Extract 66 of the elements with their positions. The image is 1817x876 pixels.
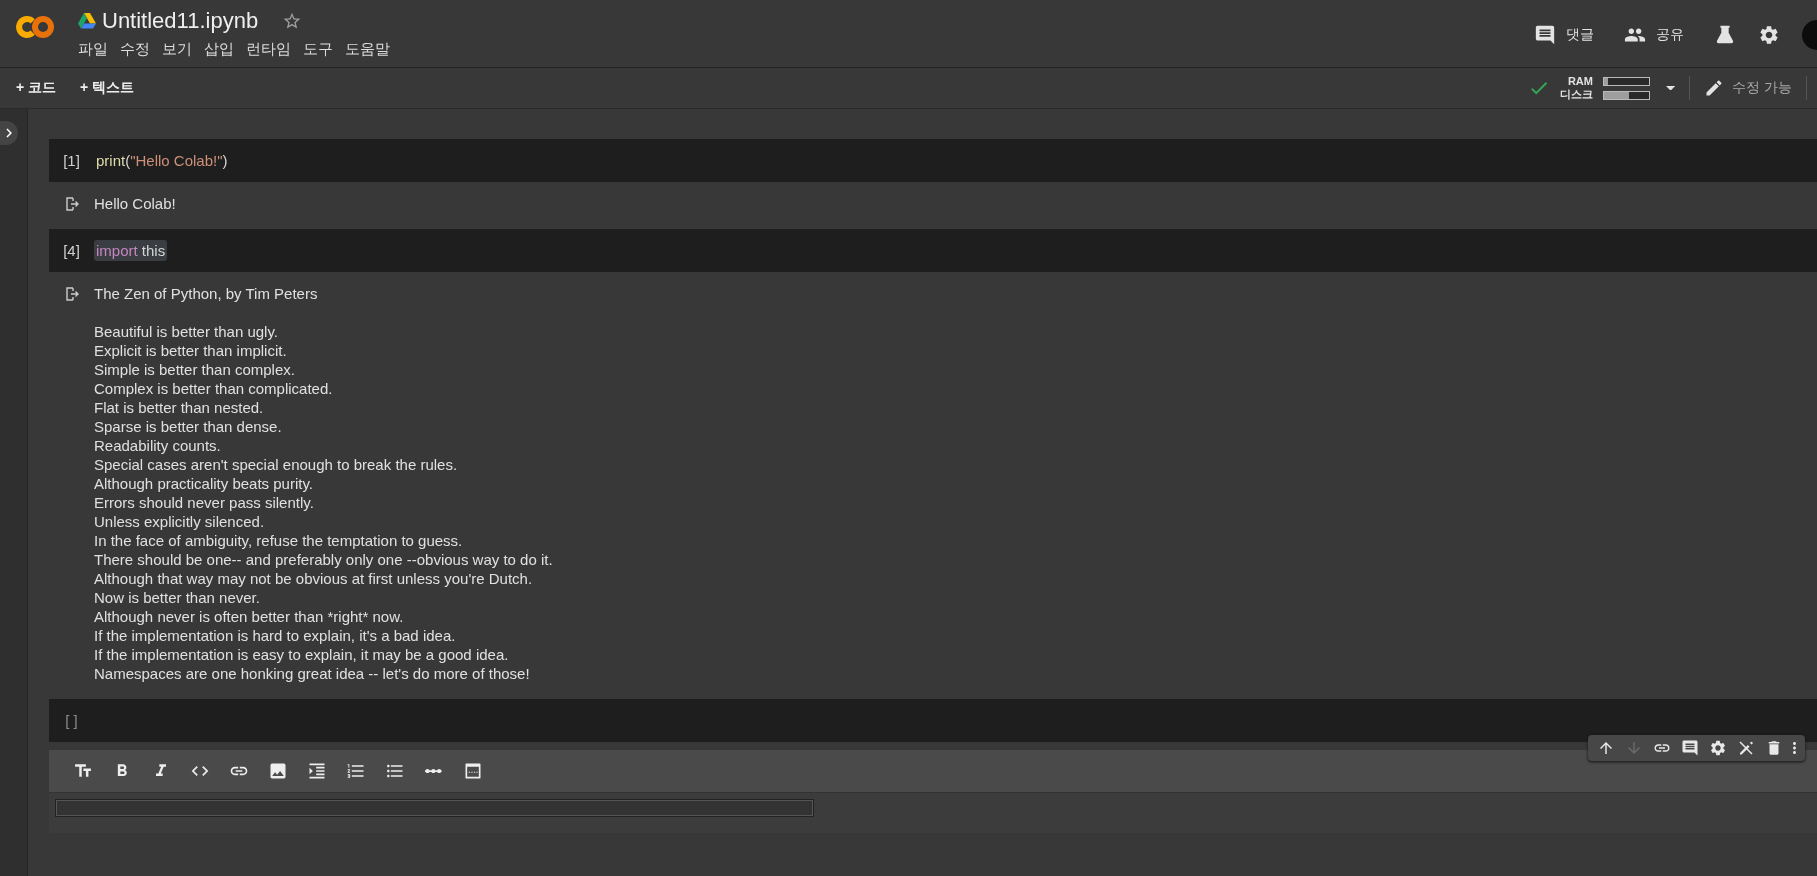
ram-meter bbox=[1602, 76, 1650, 86]
numbered-list-glyph-icon bbox=[345, 761, 366, 781]
more-icon bbox=[1793, 742, 1796, 754]
text-input-field[interactable] bbox=[55, 799, 814, 817]
horizontal-rule-glyph-icon bbox=[425, 768, 442, 774]
output-line: Explicit is better than implicit. bbox=[94, 341, 288, 360]
output-line: If the implementation is easy to explain, it may be a good idea. bbox=[94, 645, 510, 664]
code-cell[interactable]: [4] import this bbox=[49, 229, 1817, 272]
output-line: Readability counts. bbox=[94, 436, 222, 455]
down-arrow-icon bbox=[1625, 739, 1643, 757]
output-line: Simple is better than complex. bbox=[94, 360, 296, 379]
disk-label: 디스크 bbox=[1559, 88, 1593, 101]
code-cell[interactable]: [ ] bbox=[49, 699, 1817, 742]
output-line: There should be one-- and preferably only one --obvious way to do it. bbox=[94, 550, 553, 569]
disk-meter bbox=[1602, 90, 1650, 100]
resources-dropdown[interactable] bbox=[1665, 85, 1676, 91]
settings-icon bbox=[1758, 24, 1780, 46]
caret-icon bbox=[1665, 85, 1676, 91]
comment-button[interactable]: 댓글 bbox=[1534, 24, 1594, 46]
add-cell-button[interactable]: + 텍스트 bbox=[72, 75, 143, 101]
crossed-pencil-icon bbox=[1737, 739, 1755, 757]
output-line: Although practicality beats purity. bbox=[94, 474, 314, 493]
output-line: Although never is often better than *right* now. bbox=[94, 607, 405, 626]
menu-item[interactable]: 삽입 bbox=[198, 38, 240, 61]
menu-item[interactable]: 보기 bbox=[156, 38, 198, 61]
drive-icon[interactable] bbox=[78, 13, 96, 29]
settings-button[interactable] bbox=[1758, 24, 1780, 46]
menu-item[interactable]: 도움말 bbox=[339, 38, 396, 61]
output-line: Now is better than never. bbox=[94, 588, 261, 607]
menu-item[interactable]: 런타임 bbox=[240, 38, 297, 61]
output-icon bbox=[63, 196, 80, 212]
lab-button[interactable] bbox=[1714, 24, 1736, 46]
settings-icon bbox=[1709, 739, 1727, 757]
execution-count: [ ] bbox=[64, 712, 79, 729]
output-line: Beautiful is better than ugly. bbox=[94, 322, 279, 341]
more-button[interactable] bbox=[1790, 741, 1799, 755]
ram-label: RAM bbox=[1567, 75, 1593, 88]
output-line: Although that way may not be obvious at first unless you're Dutch. bbox=[94, 569, 534, 588]
add-cell-button[interactable]: + 코드 bbox=[8, 75, 65, 101]
comment-icon bbox=[1681, 739, 1699, 757]
output-line: Sparse is better than dense. bbox=[94, 417, 283, 436]
output-line: Flat is better than nested. bbox=[94, 398, 265, 417]
output-line: Namespaces are one honking great idea -- let's do more of those! bbox=[94, 664, 531, 683]
expand-panel-button[interactable] bbox=[0, 121, 18, 145]
menu-item[interactable]: 파일 bbox=[72, 38, 114, 61]
output-line: Unless explicitly silenced. bbox=[94, 512, 266, 531]
output-line: Errors should never pass silently. bbox=[94, 493, 315, 512]
output-line: The Zen of Python, by Tim Peters bbox=[94, 284, 319, 303]
text-cell[interactable] bbox=[49, 750, 1817, 833]
menu-item[interactable]: 수정 bbox=[114, 38, 156, 61]
menu-item[interactable]: 도구 bbox=[297, 38, 339, 61]
comment-icon bbox=[1534, 24, 1556, 46]
output-icon bbox=[63, 286, 80, 302]
output-line: Special cases aren't special enough to break the rules. bbox=[94, 455, 459, 474]
code-cell[interactable]: [1] print("Hello Colab!") bbox=[49, 139, 1817, 182]
share-button[interactable]: 공유 bbox=[1624, 24, 1684, 46]
flask-icon bbox=[1714, 24, 1736, 46]
code-line[interactable]: print("Hello Colab!") bbox=[94, 150, 230, 171]
execution-count: [1] bbox=[62, 152, 81, 169]
output-line: If the implementation is hard to explain, it's a bad idea. bbox=[94, 626, 457, 645]
output-line: Hello Colab! bbox=[94, 194, 176, 213]
edit-mode-button[interactable]: 수정 가능 bbox=[1704, 78, 1792, 98]
execution-count: [4] bbox=[62, 242, 81, 259]
output-line: In the face of ambiguity, refuse the temptation to guess. bbox=[94, 531, 464, 550]
output-line: Complex is better than complicated. bbox=[94, 379, 334, 398]
notebook-title[interactable]: Untitled11.ipynb bbox=[102, 8, 259, 34]
